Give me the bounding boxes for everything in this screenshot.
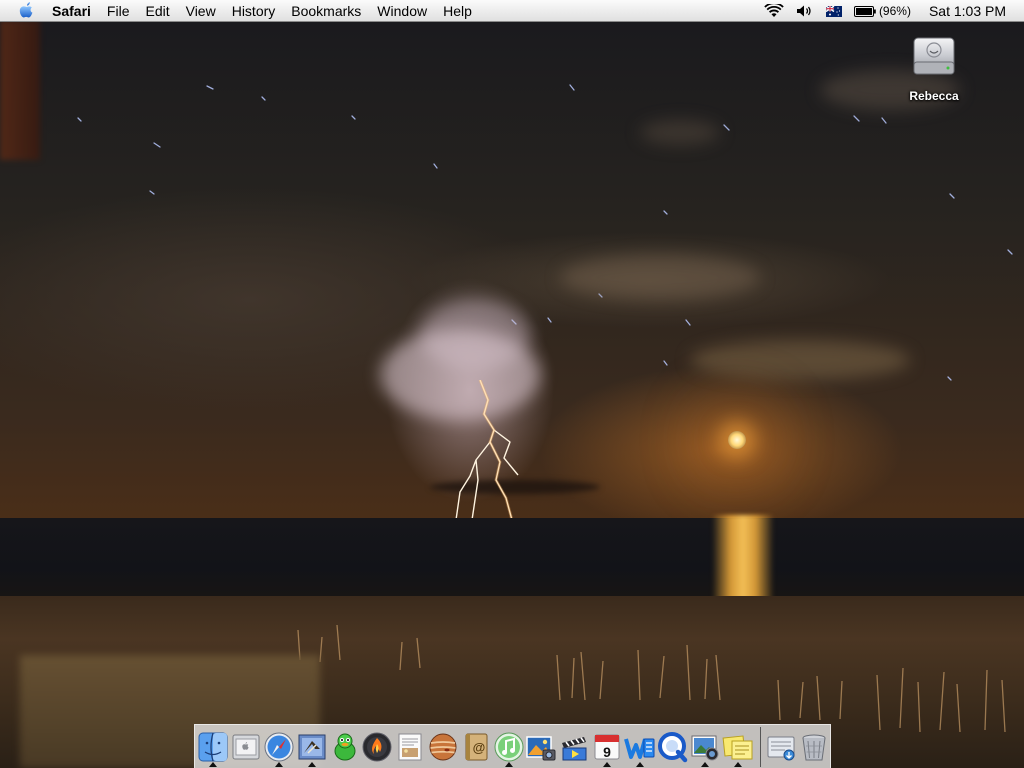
quicktime-icon	[657, 731, 687, 762]
menu-clock[interactable]: Sat 1:03 PM	[917, 3, 1024, 19]
menu-bookmarks[interactable]: Bookmarks	[283, 0, 369, 22]
moon	[728, 431, 746, 449]
menu-help[interactable]: Help	[435, 0, 480, 22]
dock-item-word[interactable]	[623, 727, 656, 767]
battery-percentage: (96%)	[878, 4, 911, 18]
desktop-icon-label: Rebecca	[909, 89, 959, 103]
dock-item-adium[interactable]	[328, 727, 361, 767]
running-indicator	[307, 761, 316, 767]
dock-item-address-book[interactable]: @	[459, 727, 492, 767]
address-book-icon: @	[465, 733, 488, 760]
lightning-bolt	[455, 380, 519, 521]
desktop-wallpaper	[0, 0, 1024, 768]
volume-menu[interactable]	[790, 0, 820, 22]
app-menu-safari[interactable]: Safari	[44, 0, 99, 22]
dock-item-system-preferences[interactable]	[230, 727, 263, 767]
menu-view[interactable]: View	[178, 0, 224, 22]
dock-item-mail[interactable]	[295, 727, 328, 767]
running-indicator	[209, 761, 218, 767]
running-indicator	[734, 761, 743, 767]
svg-text:@: @	[472, 740, 485, 755]
itunes-icon	[494, 732, 524, 761]
battery-icon	[853, 5, 876, 17]
dock-item-jupiter[interactable]	[427, 727, 460, 767]
system-preferences-icon	[232, 734, 260, 759]
running-indicator	[701, 761, 710, 767]
desktop-icon-rebecca[interactable]: Rebecca	[898, 32, 970, 103]
mail-icon	[298, 734, 326, 759]
trash-icon	[802, 734, 826, 760]
jupiter-icon	[429, 733, 457, 760]
wifi-icon	[764, 4, 784, 17]
menu-file[interactable]: File	[99, 0, 138, 22]
dock-item-burn[interactable]	[361, 727, 394, 767]
wifi-menu[interactable]	[758, 0, 790, 22]
dock: @ 9	[194, 724, 831, 768]
dock-item-finder[interactable]	[197, 727, 230, 767]
menu-history[interactable]: History	[224, 0, 284, 22]
input-menu[interactable]	[820, 0, 848, 22]
menu-window[interactable]: Window	[369, 0, 435, 22]
dock-separator	[759, 726, 761, 767]
safari-icon	[264, 732, 294, 761]
dock-item-preview[interactable]	[394, 727, 427, 767]
dock-item-quicktime[interactable]	[656, 727, 689, 767]
dock-item-downloads[interactable]	[765, 727, 798, 767]
running-indicator	[635, 761, 644, 767]
ical-date: 9	[603, 744, 611, 760]
battery-menu[interactable]: (96%)	[848, 0, 917, 22]
australian-flag-icon	[825, 5, 842, 17]
dock-item-iphoto[interactable]	[525, 727, 558, 767]
dock-item-imovie[interactable]	[558, 727, 591, 767]
dock-item-photo-browser[interactable]	[689, 727, 722, 767]
menu-bar: Safari File Edit View History Bookmarks …	[0, 0, 1024, 22]
menu-edit[interactable]: Edit	[137, 0, 177, 22]
imovie-icon	[562, 736, 587, 760]
photo-browser-icon	[691, 735, 719, 760]
apple-logo-icon	[19, 1, 33, 17]
word-icon	[623, 737, 655, 759]
stickies-icon	[722, 734, 753, 759]
volume-icon	[796, 5, 811, 17]
downloads-folder-icon	[767, 736, 795, 760]
hard-drive-icon	[913, 37, 955, 75]
ical-icon: 9	[594, 734, 620, 760]
dock-item-stickies[interactable]	[722, 727, 755, 767]
iphoto-icon	[526, 735, 556, 760]
menu-extras: (96%) Sat 1:03 PM	[758, 0, 1024, 22]
dock-item-itunes[interactable]	[492, 727, 525, 767]
running-indicator	[504, 761, 513, 767]
apple-menu[interactable]	[16, 0, 38, 22]
firefox-burn-icon	[362, 732, 392, 761]
adium-duck-icon	[334, 733, 356, 760]
dock-item-safari[interactable]	[263, 727, 296, 767]
running-indicator	[602, 761, 611, 767]
running-indicator	[274, 761, 283, 767]
finder-icon	[198, 732, 228, 761]
preview-icon	[398, 733, 422, 760]
dock-item-ical[interactable]: 9	[591, 727, 624, 767]
dock-item-trash[interactable]	[797, 727, 830, 767]
